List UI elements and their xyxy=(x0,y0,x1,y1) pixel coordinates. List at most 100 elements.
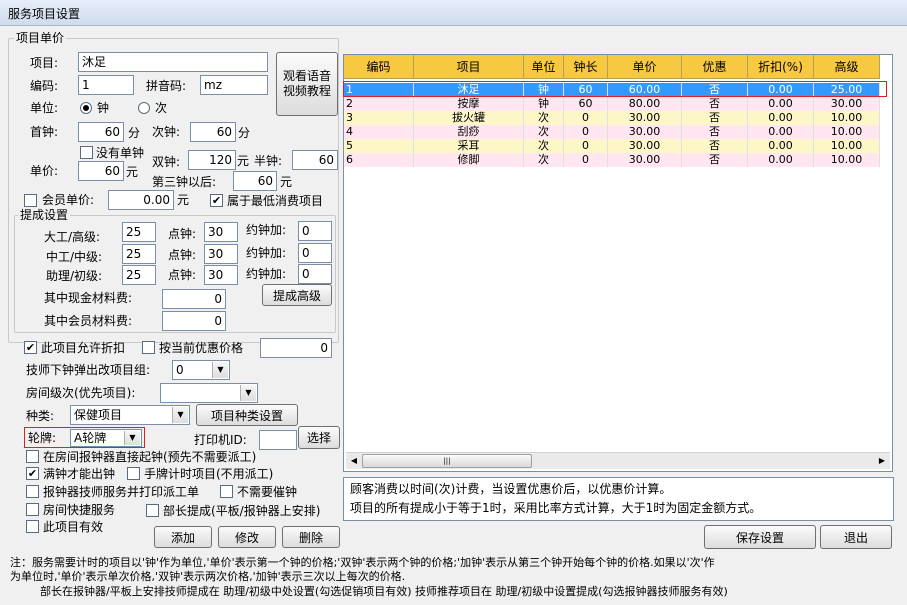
commission-input-senior[interactable]: 25 xyxy=(122,222,156,242)
cell-item: 拔火罐 xyxy=(414,111,524,125)
horizontal-scrollbar[interactable]: ◀ ||| ▶ xyxy=(346,452,890,469)
code-input[interactable]: 1 xyxy=(78,75,134,95)
table-row[interactable]: 6 修脚次 0 30.00 否 0.00 10.00 xyxy=(344,153,880,167)
min-consume-checkbox[interactable]: ✔ xyxy=(210,194,223,207)
column-header-discount-flag[interactable]: 优惠 xyxy=(682,55,748,79)
table-row[interactable]: 5 采耳次 0 30.00 否 0.00 10.00 xyxy=(344,139,880,153)
point-clock-input-senior[interactable]: 30 xyxy=(204,222,238,242)
scroll-left-arrow-icon[interactable]: ◀ xyxy=(348,455,360,467)
items-table[interactable]: 编码 项目 单位 钟长 单价 优惠 折扣(%) 高级 1 沐足钟 60 60.00 否 0.00 25.0… xyxy=(343,54,893,472)
no-reminder-checkbox[interactable] xyxy=(220,485,233,498)
cell-item: 采耳 xyxy=(414,139,524,153)
allow-discount-checkbox[interactable]: ✔ xyxy=(24,341,37,354)
commission-input-mid[interactable]: 25 xyxy=(122,244,156,264)
commission-label-mid: 中工/中级: xyxy=(46,250,103,264)
point-clock-input-mid[interactable]: 30 xyxy=(204,244,238,264)
table-row[interactable]: 2 按摩钟 60 80.00 否 0.00 30.00 xyxy=(344,97,880,111)
appoint-input-senior[interactable]: 0 xyxy=(298,221,332,241)
cell-price: 30.00 xyxy=(608,125,682,139)
table-row[interactable]: 4 刮痧次 0 30.00 否 0.00 10.00 xyxy=(344,125,880,139)
first-clock-label: 首钟: xyxy=(30,125,59,139)
room-direct-clock-checkbox[interactable] xyxy=(26,450,39,463)
printer-input[interactable] xyxy=(259,430,297,450)
room-level-select[interactable]: ▼ xyxy=(160,383,258,403)
scroll-thumb-grip: ||| xyxy=(443,457,451,465)
cell-duration: 60 xyxy=(564,97,608,111)
chevron-down-icon: ▼ xyxy=(172,407,188,423)
room-direct-clock-label: 在房间报钟器直接起钟(预先不需要派工) xyxy=(43,450,257,464)
add-button[interactable]: 添加 xyxy=(154,526,212,548)
category-settings-button[interactable]: 项目种类设置 xyxy=(196,404,298,426)
cell-code: 3 xyxy=(344,111,414,125)
unit-radio-clock[interactable] xyxy=(80,102,92,114)
commission-input-junior[interactable]: 25 xyxy=(122,265,156,285)
current-price-checkbox[interactable] xyxy=(142,341,155,354)
cell-item: 刮痧 xyxy=(414,125,524,139)
column-header-item[interactable]: 项目 xyxy=(414,55,524,79)
unit-label: 单位: xyxy=(30,101,59,115)
column-header-price[interactable]: 单价 xyxy=(608,55,682,79)
exit-button[interactable]: 退出 xyxy=(820,525,892,549)
third-clock-unit: 元 xyxy=(280,175,293,189)
member-material-input[interactable]: 0 xyxy=(162,311,226,331)
first-clock-unit: 分 xyxy=(128,126,141,140)
rotation-select[interactable]: A轮牌 ▼ xyxy=(70,429,142,447)
unit-radio-times[interactable] xyxy=(138,102,150,114)
rotation-value: A轮牌 xyxy=(74,431,107,445)
member-price-label: 会员单价: xyxy=(42,193,95,207)
cell-duration: 0 xyxy=(564,139,608,153)
pinyin-input[interactable]: mz xyxy=(200,75,268,95)
third-clock-input[interactable]: 60 xyxy=(233,171,277,191)
member-price-checkbox[interactable] xyxy=(24,194,37,207)
edit-button[interactable]: 修改 xyxy=(218,526,276,548)
cell-item: 按摩 xyxy=(414,97,524,111)
room-quick-service-checkbox[interactable] xyxy=(26,503,39,516)
cash-material-label: 其中现金材料费: xyxy=(44,291,133,305)
info-box: 顾客消费以时间(次)计费，当设置优惠价后，以优惠价计算。 项目的所有提成小于等于… xyxy=(343,477,894,521)
full-clock-checkbox[interactable]: ✔ xyxy=(26,467,39,480)
member-price-input[interactable]: 0.00 xyxy=(108,190,174,210)
appoint-label-junior: 约钟加: xyxy=(246,267,287,281)
column-header-discount-pct[interactable]: 折扣(%) xyxy=(748,55,814,79)
current-price-input[interactable]: 0 xyxy=(260,338,332,358)
next-clock-input[interactable]: 60 xyxy=(190,122,236,142)
select-printer-button[interactable]: 选择 xyxy=(298,426,340,449)
unit-price-label: 单价: xyxy=(30,164,59,178)
save-settings-button[interactable]: 保存设置 xyxy=(704,525,816,549)
table-row[interactable]: 3 拔火罐次 0 30.00 否 0.00 10.00 xyxy=(344,111,880,125)
chevron-down-icon: ▼ xyxy=(212,362,228,378)
pinyin-label: 拼音码: xyxy=(146,79,187,93)
category-select[interactable]: 保健项目 ▼ xyxy=(70,405,190,425)
tech-popup-select[interactable]: 0 ▼ xyxy=(172,360,230,380)
cash-material-input[interactable]: 0 xyxy=(162,289,226,309)
half-clock-input[interactable]: 60 xyxy=(292,150,338,170)
point-clock-input-junior[interactable]: 30 xyxy=(204,265,238,285)
print-dispatch-checkbox[interactable] xyxy=(26,485,39,498)
current-price-label: 按当前优惠价格 xyxy=(159,341,244,355)
cell-senior: 10.00 xyxy=(814,153,880,167)
column-header-unit[interactable]: 单位 xyxy=(524,55,564,79)
item-name-input[interactable]: 沐足 xyxy=(78,52,268,72)
delete-button[interactable]: 删除 xyxy=(282,526,340,548)
commission-advanced-button[interactable]: 提成高级 xyxy=(262,284,332,306)
appoint-input-junior[interactable]: 0 xyxy=(298,264,332,284)
first-clock-input[interactable]: 60 xyxy=(78,122,124,142)
column-header-senior[interactable]: 高级 xyxy=(814,55,880,79)
manager-commission-checkbox[interactable] xyxy=(146,504,159,517)
scroll-right-arrow-icon[interactable]: ▶ xyxy=(876,455,888,467)
scroll-thumb[interactable]: ||| xyxy=(362,454,532,468)
hand-tag-timer-checkbox[interactable] xyxy=(127,467,140,480)
item-valid-checkbox[interactable] xyxy=(26,520,39,533)
watch-video-tutorial-button[interactable]: 观看语音 视频教程 xyxy=(276,52,338,116)
allow-discount-label: 此项目允许折扣 xyxy=(41,341,126,355)
appoint-input-mid[interactable]: 0 xyxy=(298,243,332,263)
cell-unit: 次 xyxy=(524,125,564,139)
column-header-duration[interactable]: 钟长 xyxy=(564,55,608,79)
double-clock-input[interactable]: 120 xyxy=(188,150,236,170)
column-header-code[interactable]: 编码 xyxy=(344,55,414,79)
point-clock-label-senior: 点钟: xyxy=(168,227,197,241)
unit-price-input[interactable]: 60 xyxy=(78,161,124,181)
cell-code: 5 xyxy=(344,139,414,153)
cell-price: 30.00 xyxy=(608,111,682,125)
no-unit-clock-checkbox[interactable] xyxy=(80,146,93,159)
